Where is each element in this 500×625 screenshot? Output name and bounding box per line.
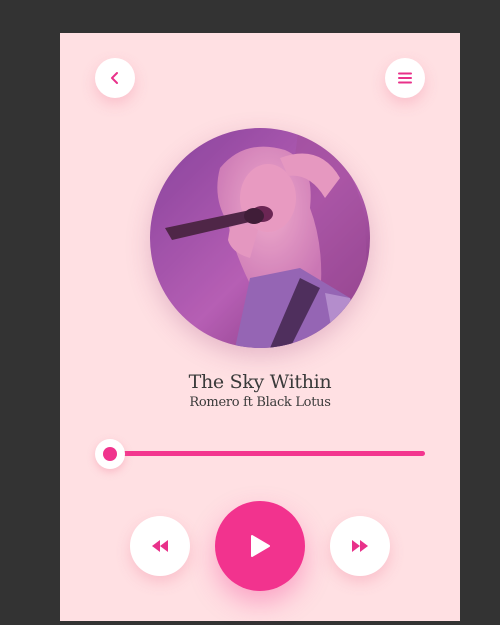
play-icon (251, 535, 270, 557)
progress-fill (105, 451, 425, 456)
progress-track[interactable] (105, 451, 425, 456)
menu-button[interactable] (385, 58, 425, 98)
rewind-icon (152, 540, 168, 552)
rewind-button[interactable] (130, 516, 190, 576)
album-cover-singer-image (150, 128, 370, 348)
back-button[interactable] (95, 58, 135, 98)
fast-forward-icon (352, 540, 368, 552)
fast-forward-button[interactable] (330, 516, 390, 576)
album-cover (150, 128, 370, 348)
play-button[interactable] (215, 501, 305, 591)
chevron-left-icon (111, 72, 118, 84)
track-artist: Romero ft Black Lotus (189, 395, 331, 410)
track-title: The Sky Within (188, 371, 332, 393)
hamburger-menu-icon (398, 72, 412, 84)
progress-slider[interactable] (95, 437, 425, 469)
progress-handle-dot (103, 447, 117, 461)
music-player-card: The Sky Within Romero ft Black Lotus (60, 33, 460, 621)
progress-handle[interactable] (95, 439, 125, 469)
